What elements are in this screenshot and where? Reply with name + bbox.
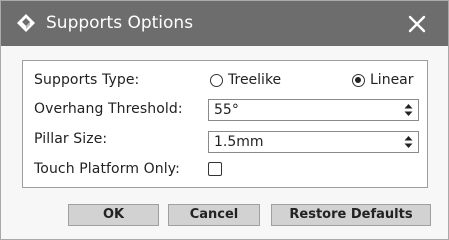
cancel-button[interactable]: Cancel xyxy=(168,204,260,226)
pillar-size-spinbox[interactable]: 1.5mm xyxy=(208,131,419,153)
supports-type-label: Supports Type: xyxy=(34,72,140,88)
title-bar[interactable]: Supports Options xyxy=(1,1,448,46)
close-icon[interactable] xyxy=(406,13,428,35)
touch-platform-only-label: Touch Platform Only: xyxy=(34,161,180,177)
radio-linear-label[interactable]: Linear xyxy=(370,71,414,89)
radio-treelike[interactable] xyxy=(210,74,223,87)
up-down-arrows-icon[interactable] xyxy=(404,135,413,149)
diamond-cube-icon xyxy=(17,14,35,32)
overhang-threshold-spinbox[interactable]: 55° xyxy=(208,99,419,121)
restore-defaults-button[interactable]: Restore Defaults xyxy=(271,204,431,226)
pillar-size-value[interactable]: 1.5mm xyxy=(214,133,264,151)
pillar-size-label: Pillar Size: xyxy=(34,131,108,147)
ok-button[interactable]: OK xyxy=(68,204,159,226)
up-down-arrows-icon[interactable] xyxy=(404,103,413,117)
dialog-title: Supports Options xyxy=(46,13,194,33)
radio-linear[interactable] xyxy=(352,74,365,87)
touch-platform-only-checkbox[interactable] xyxy=(208,162,222,176)
supports-options-dialog: Supports Options Supports Type: Treelike… xyxy=(0,0,449,240)
overhang-threshold-value[interactable]: 55° xyxy=(214,101,239,119)
radio-treelike-label[interactable]: Treelike xyxy=(228,71,281,89)
overhang-threshold-label: Overhang Threshold: xyxy=(34,101,183,117)
